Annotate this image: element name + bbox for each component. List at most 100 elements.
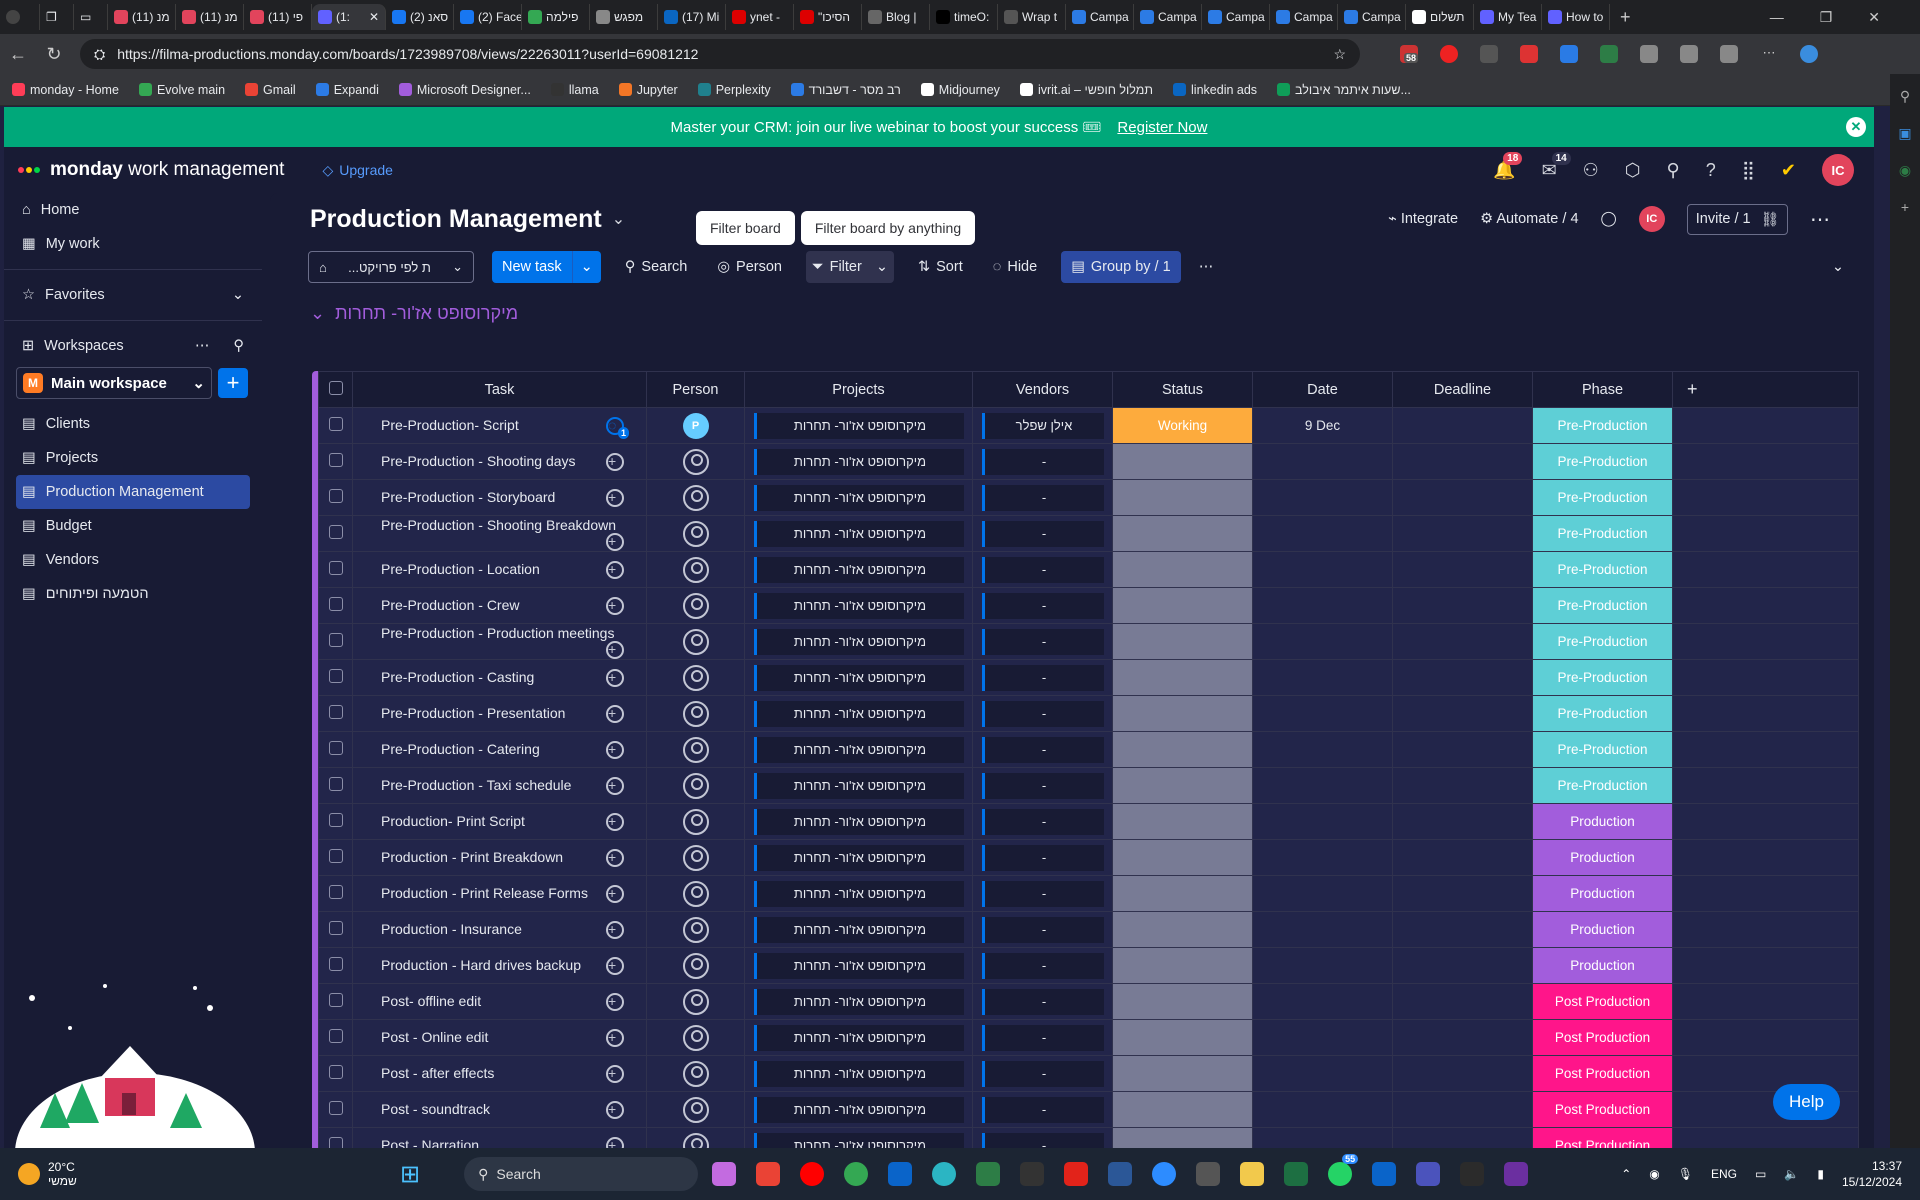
- add-update-icon[interactable]: +: [606, 704, 624, 723]
- edge-icon[interactable]: [932, 1162, 957, 1186]
- avatar[interactable]: IC: [1822, 154, 1854, 186]
- vendors-cell[interactable]: -: [972, 1055, 1113, 1092]
- row-checkbox-cell[interactable]: [318, 407, 353, 444]
- sidebar-item-board[interactable]: ▤ Budget: [16, 509, 250, 543]
- person-icon[interactable]: [682, 700, 709, 727]
- page-title[interactable]: Production Management: [310, 205, 602, 234]
- row-checkbox-cell[interactable]: [318, 803, 353, 840]
- project-chip[interactable]: מיקרוסופט אז'ור- תחרות: [753, 1024, 964, 1051]
- task-cell[interactable]: Pre-Production - Shooting Breakdown +: [352, 515, 647, 552]
- browser-tab[interactable]: (2) Face: [454, 4, 522, 30]
- close-window-icon[interactable]: ✕: [1868, 9, 1880, 26]
- checkbox[interactable]: [328, 417, 343, 431]
- date-cell[interactable]: [1252, 803, 1393, 840]
- projects-cell[interactable]: מיקרוסופט אז'ור- תחרות: [744, 659, 973, 696]
- row-checkbox-cell[interactable]: [318, 1019, 353, 1056]
- person-cell[interactable]: [646, 1019, 745, 1056]
- column-header-phase[interactable]: Phase: [1532, 371, 1673, 408]
- add-update-icon[interactable]: +: [606, 452, 624, 471]
- row-checkbox-cell[interactable]: [318, 551, 353, 588]
- date-cell[interactable]: [1252, 911, 1393, 948]
- person-cell[interactable]: [646, 839, 745, 876]
- add-update-icon[interactable]: +: [606, 740, 624, 759]
- status-cell[interactable]: [1112, 911, 1253, 948]
- extension-icon[interactable]: [1480, 45, 1498, 63]
- add-update-icon[interactable]: +: [606, 920, 624, 939]
- status-cell[interactable]: [1112, 839, 1253, 876]
- table-row[interactable]: Post - Narration + מיקרוסופט אז'ור- תחרות…: [318, 1127, 1859, 1148]
- add-update-icon[interactable]: +: [606, 812, 624, 831]
- person-icon[interactable]: [682, 952, 709, 979]
- hide-button[interactable]: ◌ Hide: [987, 251, 1043, 283]
- bookmark-item[interactable]: linkedin ads: [1173, 83, 1257, 97]
- add-update-icon[interactable]: +: [606, 1136, 624, 1148]
- task-name[interactable]: Pre-Production - Presentation: [381, 705, 565, 721]
- projects-cell[interactable]: מיקרוסופט אז'ור- תחרות: [744, 587, 973, 624]
- person-icon[interactable]: [682, 1132, 709, 1148]
- deadline-cell[interactable]: [1392, 839, 1533, 876]
- deadline-cell[interactable]: [1392, 947, 1533, 984]
- date-cell[interactable]: [1252, 515, 1393, 552]
- person-icon[interactable]: [682, 484, 709, 511]
- projects-cell[interactable]: מיקרוסופט אז'ור- תחרות: [744, 731, 973, 768]
- row-checkbox-cell[interactable]: [318, 875, 353, 912]
- chevron-down-icon[interactable]: ⌄: [571, 251, 601, 283]
- task-name[interactable]: Post - after effects: [381, 1065, 494, 1081]
- add-update-icon[interactable]: +: [606, 956, 624, 975]
- bookmark-item[interactable]: Jupyter: [618, 83, 678, 97]
- integrate-button[interactable]: ⌁ Integrate: [1388, 211, 1458, 227]
- browser-tab[interactable]: ynet -: [726, 4, 794, 30]
- person-icon[interactable]: [682, 988, 709, 1015]
- deadline-cell[interactable]: [1392, 1091, 1533, 1128]
- app-icon[interactable]: [976, 1162, 1001, 1186]
- projects-cell[interactable]: מיקרוסופט אז'ור- תחרות: [744, 1127, 973, 1148]
- project-chip[interactable]: מיקרוסופט אז'ור- תחרות: [753, 916, 964, 943]
- projects-cell[interactable]: מיקרוסופט אז'ור- תחרות: [744, 839, 973, 876]
- row-checkbox-cell[interactable]: [318, 1055, 353, 1092]
- task-cell[interactable]: Pre-Production - Casting +: [352, 659, 647, 696]
- task-cell[interactable]: Post - Narration +: [352, 1127, 647, 1148]
- date-cell[interactable]: [1252, 1091, 1393, 1128]
- person-avatar[interactable]: P: [682, 412, 709, 439]
- filter-button[interactable]: ⏷ Filter ⌄: [805, 251, 894, 283]
- browser-tab[interactable]: Wrap t: [998, 4, 1066, 30]
- sidebar-item-board[interactable]: ▤ הטמעה ופיתוחים: [16, 577, 250, 611]
- close-tab-icon[interactable]: ✕: [369, 10, 379, 24]
- person-cell[interactable]: [646, 443, 745, 480]
- task-name[interactable]: Pre-Production - Catering: [381, 741, 540, 757]
- browser-tab[interactable]: Blog |: [862, 4, 930, 30]
- status-cell[interactable]: [1112, 515, 1253, 552]
- tab-actions-icon[interactable]: ▭: [74, 4, 108, 30]
- phase-cell[interactable]: Post Production: [1532, 1091, 1673, 1128]
- deadline-cell[interactable]: [1392, 443, 1533, 480]
- more-options-icon[interactable]: ⋯: [1810, 207, 1830, 232]
- deadline-cell[interactable]: [1392, 407, 1533, 444]
- checkbox[interactable]: [328, 597, 343, 611]
- vendors-cell[interactable]: -: [972, 515, 1113, 552]
- search-icon[interactable]: ⚲: [1900, 88, 1910, 105]
- status-cell[interactable]: [1112, 659, 1253, 696]
- phase-cell[interactable]: Pre-Production: [1532, 731, 1673, 768]
- projects-cell[interactable]: מיקרוסופט אז'ור- תחרות: [744, 947, 973, 984]
- row-checkbox-cell[interactable]: [318, 731, 353, 768]
- table-row[interactable]: Pre-Production - Crew + מיקרוסופט אז'ור- …: [318, 587, 1859, 624]
- add-update-icon[interactable]: +: [606, 640, 624, 659]
- updates-icon[interactable]: ◯: [1601, 211, 1617, 227]
- chevron-down-icon[interactable]: ⌄: [868, 259, 888, 275]
- volume-icon[interactable]: 🔈: [1784, 1167, 1799, 1181]
- vendor-chip[interactable]: -: [981, 844, 1104, 871]
- task-name[interactable]: Pre-Production - Storyboard: [381, 489, 555, 505]
- person-icon[interactable]: [682, 628, 709, 655]
- table-row[interactable]: Post - after effects + מיקרוסופט אז'ור- ת…: [318, 1055, 1859, 1092]
- checkbox[interactable]: [328, 741, 343, 755]
- person-icon[interactable]: [682, 448, 709, 475]
- person-icon[interactable]: [682, 520, 709, 547]
- projects-cell[interactable]: מיקרוסופט אז'ור- תחרות: [744, 407, 973, 444]
- vendors-cell[interactable]: -: [972, 839, 1113, 876]
- browser-tab[interactable]: (11) פי: [244, 4, 312, 30]
- table-row[interactable]: Post- offline edit + מיקרוסופט אז'ור- תחר…: [318, 983, 1859, 1020]
- browser-tab[interactable]: Campa: [1202, 4, 1270, 30]
- group-header[interactable]: ⌄ מיקרוסופט אז'ור- תחרות: [310, 303, 1874, 324]
- youtube-icon[interactable]: [800, 1162, 825, 1186]
- task-cell[interactable]: Production - Print Breakdown +: [352, 839, 647, 876]
